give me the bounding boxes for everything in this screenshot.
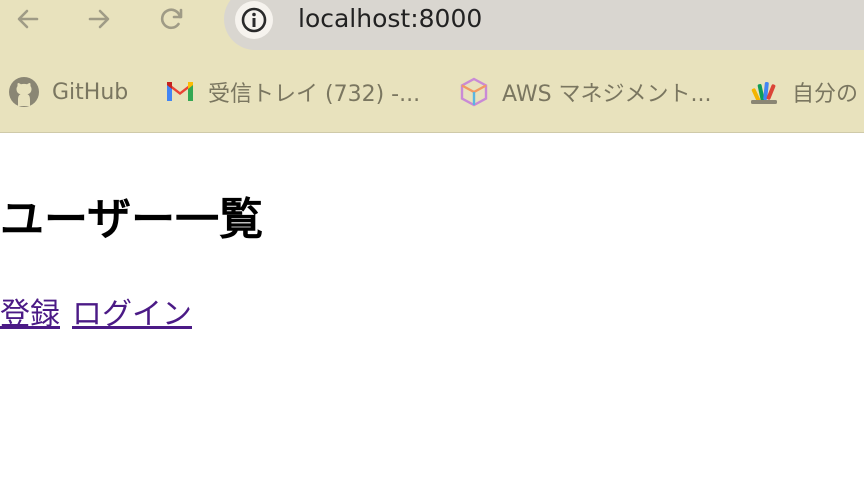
register-link[interactable]: 登録 [0, 297, 60, 332]
bookmarks-bar: GitHub 受信トレイ (732) -... AWS マネジメント... 自分… [0, 70, 864, 114]
page-content: ユーザー一覧 登録 ログイン [0, 133, 864, 492]
bookmark-label: 自分の [792, 82, 859, 107]
arrow-right-icon [88, 9, 110, 29]
reload-icon [160, 8, 183, 29]
bookmark-label: GitHub [52, 79, 129, 105]
bookmark-label: 受信トレイ (732) -... [208, 82, 421, 107]
bookmark-github[interactable]: GitHub [8, 76, 128, 108]
login-link[interactable]: ログイン [72, 297, 192, 332]
bookmark-apps-script[interactable]: 自分の [748, 76, 858, 108]
address-bar[interactable]: localhost:8000 [224, 0, 864, 50]
info-icon [241, 7, 267, 33]
forward-button[interactable] [82, 2, 116, 36]
page-title: ユーザー一覧 [0, 194, 264, 245]
gmail-icon [167, 82, 193, 101]
back-button[interactable] [11, 2, 45, 36]
site-info-button[interactable] [235, 1, 273, 39]
browser-toolbar: localhost:8000 [0, 0, 864, 52]
apps-script-icon [751, 81, 777, 104]
nav-links: 登録 ログイン [0, 289, 192, 333]
arrow-left-icon [17, 9, 39, 29]
reload-button[interactable] [155, 2, 189, 36]
github-icon [9, 77, 39, 107]
url-text[interactable]: localhost:8000 [298, 4, 482, 34]
bookmark-aws[interactable]: AWS マネジメント... [458, 76, 712, 108]
aws-icon [460, 77, 488, 107]
browser-chrome: localhost:8000 GitHub 受信トレイ (732) -... A… [0, 0, 864, 133]
bookmark-gmail[interactable]: 受信トレイ (732) -... [164, 76, 420, 108]
bookmark-label: AWS マネジメント... [502, 82, 712, 107]
